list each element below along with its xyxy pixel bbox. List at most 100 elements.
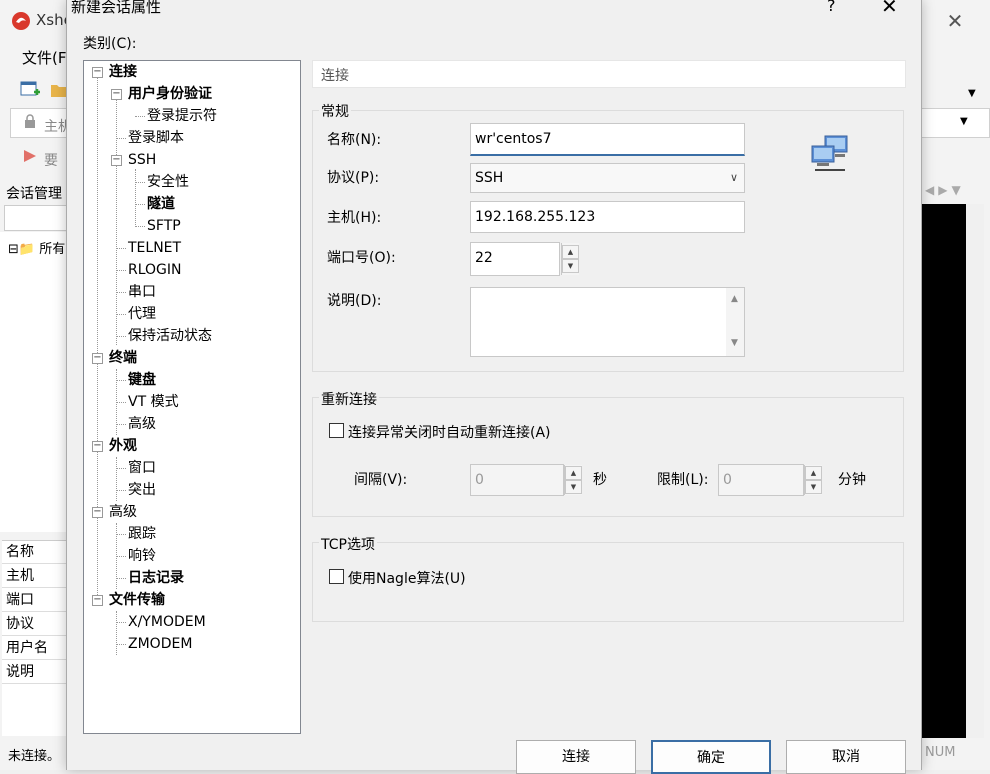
port-stepper: ▲ ▼ bbox=[561, 243, 579, 275]
name-label: 名称(N): bbox=[327, 132, 382, 148]
section-header-title: 连接 bbox=[321, 68, 349, 84]
new-session-properties-dialog: 新建会话属性 ? ✕ 类别(C): − 连接 − 用户身份验证 登录提示符 登录… bbox=[66, 0, 922, 774]
tree-logging[interactable]: 日志记录 bbox=[128, 569, 184, 587]
auto-reconnect-checkbox[interactable] bbox=[329, 423, 344, 438]
tree-telnet[interactable]: TELNET bbox=[128, 239, 181, 257]
protocol-label: 协议(P): bbox=[327, 170, 380, 186]
prop-name: 名称 bbox=[2, 540, 68, 564]
prop-username: 用户名 bbox=[2, 636, 68, 660]
expander-connection[interactable]: − bbox=[92, 67, 103, 78]
expander-terminal[interactable]: − bbox=[92, 353, 103, 364]
tree-trace[interactable]: 跟踪 bbox=[128, 525, 156, 543]
section-header bbox=[312, 60, 906, 88]
network-computers-icon bbox=[811, 135, 848, 171]
reconnect-group-title: 重新连接 bbox=[319, 389, 379, 409]
protocol-value: SSH bbox=[475, 170, 504, 186]
port-input[interactable]: 22 bbox=[470, 242, 560, 276]
tree-sftp[interactable]: SFTP bbox=[147, 217, 181, 235]
tree-terminal-advanced[interactable]: 高级 bbox=[128, 415, 156, 433]
limit-unit: 分钟 bbox=[838, 472, 866, 488]
interval-input[interactable]: 0 bbox=[470, 464, 564, 496]
tree-xymodem[interactable]: X/YMODEM bbox=[128, 613, 206, 631]
tree-keyboard[interactable]: 键盘 bbox=[128, 371, 156, 389]
session-tree bbox=[0, 232, 68, 532]
limit-stepper: ▲ ▼ bbox=[804, 465, 822, 495]
port-up-icon[interactable]: ▲ bbox=[562, 245, 579, 259]
reconnect-group bbox=[312, 397, 904, 517]
tree-bell[interactable]: 响铃 bbox=[128, 547, 156, 565]
num-lock-indicator: NUM bbox=[925, 745, 956, 760]
tree-file-transfer[interactable]: 文件传输 bbox=[109, 591, 165, 609]
tree-keepalive[interactable]: 保持活动状态 bbox=[128, 327, 212, 345]
general-group-title: 常规 bbox=[319, 101, 351, 121]
chevron-down-icon: ∨ bbox=[729, 171, 738, 184]
description-scrollbar[interactable]: ▲ ▼ bbox=[726, 288, 744, 356]
tree-ssh[interactable]: SSH bbox=[128, 151, 156, 169]
tcp-options-title: TCP选项 bbox=[319, 534, 377, 554]
auto-reconnect-label: 连接异常关闭时自动重新连接(A) bbox=[348, 425, 551, 441]
tree-auth[interactable]: 用户身份验证 bbox=[128, 85, 212, 103]
tab-scroll-arrows-icon[interactable]: ◀▶▼ bbox=[925, 183, 965, 197]
tree-security[interactable]: 安全性 bbox=[147, 173, 189, 191]
description-textarea[interactable]: ▲ ▼ bbox=[470, 287, 745, 357]
expander-file-transfer[interactable]: − bbox=[92, 595, 103, 606]
tree-proxy[interactable]: 代理 bbox=[128, 305, 156, 323]
prop-description: 说明 bbox=[2, 660, 68, 684]
tree-tunnel[interactable]: 隧道 bbox=[147, 195, 175, 213]
port-label: 端口号(O): bbox=[327, 250, 396, 266]
tree-login-prompt[interactable]: 登录提示符 bbox=[147, 107, 217, 125]
terminal-area[interactable] bbox=[922, 204, 966, 738]
limit-input[interactable]: 0 bbox=[718, 464, 804, 496]
lock-icon bbox=[25, 114, 35, 128]
nagle-checkbox[interactable] bbox=[329, 569, 344, 584]
host-input[interactable]: 192.168.255.123 bbox=[470, 201, 745, 233]
terminal-scrollbar[interactable] bbox=[966, 204, 984, 738]
toolbar-dropdown-icon[interactable]: ▼ bbox=[968, 88, 976, 99]
tree-highlight[interactable]: 突出 bbox=[128, 481, 156, 499]
tree-login-script[interactable]: 登录脚本 bbox=[128, 129, 184, 147]
expander-appearance[interactable]: − bbox=[92, 441, 103, 452]
session-search-input[interactable] bbox=[4, 205, 68, 231]
tree-window[interactable]: 窗口 bbox=[128, 459, 156, 477]
scroll-up-icon[interactable]: ▲ bbox=[731, 294, 738, 304]
help-icon[interactable]: ? bbox=[827, 0, 836, 15]
port-down-icon[interactable]: ▼ bbox=[562, 259, 579, 273]
bookmark-icon bbox=[24, 150, 36, 162]
tree-terminal[interactable]: 终端 bbox=[109, 349, 137, 367]
tree-appearance[interactable]: 外观 bbox=[109, 437, 137, 455]
session-tree-root[interactable]: ⊟📁 所有 bbox=[8, 238, 65, 257]
interval-label: 间隔(V): bbox=[354, 472, 408, 488]
limit-up-icon[interactable]: ▲ bbox=[805, 466, 822, 480]
tree-vt-mode[interactable]: VT 模式 bbox=[128, 393, 179, 411]
expander-ssh[interactable]: − bbox=[111, 155, 122, 166]
connect-button[interactable]: 连接 bbox=[516, 740, 636, 774]
interval-stepper: ▲ ▼ bbox=[564, 465, 582, 495]
tree-connection[interactable]: 连接 bbox=[109, 63, 137, 81]
category-label: 类别(C): bbox=[83, 36, 137, 52]
expander-auth[interactable]: − bbox=[111, 89, 122, 100]
tree-serial[interactable]: 串口 bbox=[128, 283, 156, 301]
name-input[interactable]: wr'centos7 bbox=[470, 123, 745, 156]
background-row2-label: 要 bbox=[44, 153, 58, 169]
interval-unit: 秒 bbox=[593, 472, 607, 488]
background-menu-file[interactable]: 文件(F bbox=[22, 47, 66, 68]
expander-advanced[interactable]: − bbox=[92, 507, 103, 518]
background-close-icon[interactable]: ✕ bbox=[940, 8, 970, 34]
protocol-select[interactable]: SSH ∨ bbox=[470, 163, 745, 193]
tree-advanced[interactable]: 高级 bbox=[109, 503, 137, 521]
scroll-down-icon[interactable]: ▼ bbox=[731, 338, 738, 348]
nagle-label: 使用Nagle算法(U) bbox=[348, 571, 466, 587]
address-dropdown-icon[interactable]: ▼ bbox=[960, 116, 968, 127]
close-icon[interactable]: ✕ bbox=[881, 0, 898, 18]
interval-up-icon[interactable]: ▲ bbox=[565, 466, 582, 480]
new-session-icon[interactable] bbox=[20, 80, 40, 100]
ok-button[interactable]: 确定 bbox=[651, 740, 771, 774]
tree-zmodem[interactable]: ZMODEM bbox=[128, 635, 192, 653]
description-label: 说明(D): bbox=[327, 293, 382, 309]
tree-rlogin[interactable]: RLOGIN bbox=[128, 261, 182, 279]
limit-down-icon[interactable]: ▼ bbox=[805, 480, 822, 494]
category-tree: − 连接 − 用户身份验证 登录提示符 登录脚本 − SSH 安全性 隧道 SF… bbox=[83, 60, 301, 734]
xshell-logo-icon bbox=[12, 12, 30, 30]
cancel-button[interactable]: 取消 bbox=[786, 740, 906, 774]
interval-down-icon[interactable]: ▼ bbox=[565, 480, 582, 494]
